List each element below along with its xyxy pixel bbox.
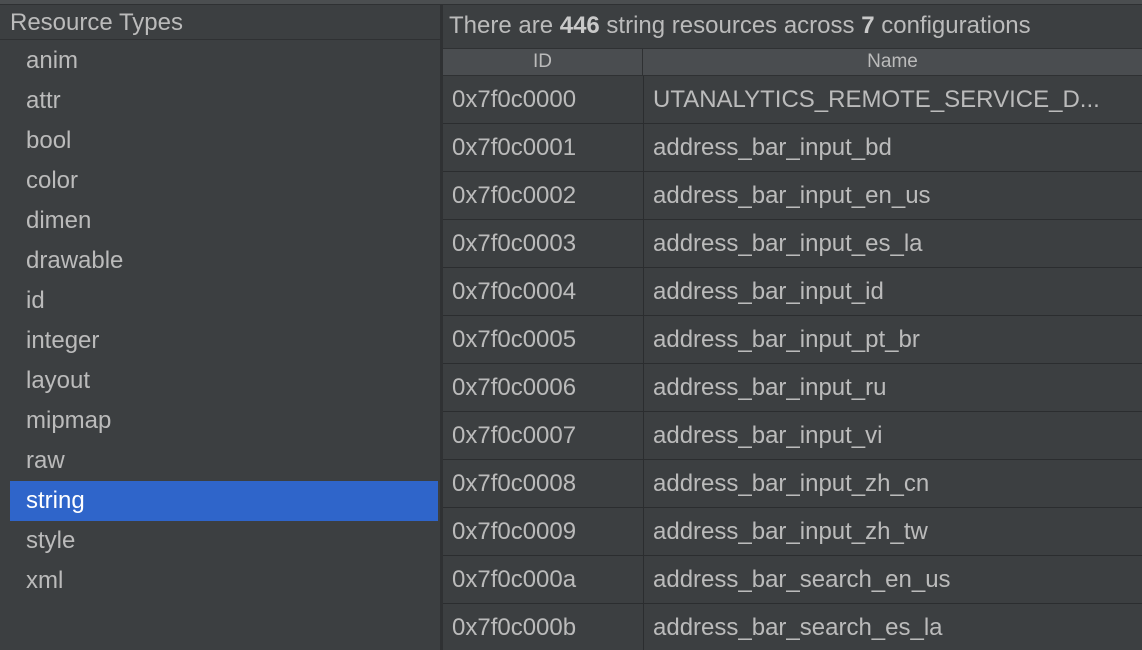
table-row[interactable]: 0x7f0c0006 address_bar_input_ru	[443, 364, 1142, 412]
resource-type-item-mipmap[interactable]: mipmap	[10, 401, 438, 441]
resource-id-cell: 0x7f0c0001	[443, 124, 644, 171]
resource-type-item-raw[interactable]: raw	[10, 441, 438, 481]
resource-id-cell: 0x7f0c0008	[443, 460, 644, 507]
summary-middle: string resources across	[599, 12, 862, 39]
summary-suffix: configurations	[874, 12, 1031, 39]
table-row[interactable]: 0x7f0c0005 address_bar_input_pt_br	[443, 316, 1142, 364]
resource-name-cell: address_bar_input_es_la	[653, 230, 923, 257]
summary-count: 446	[559, 12, 600, 39]
table-row[interactable]: 0x7f0c0004 address_bar_input_id	[443, 268, 1142, 316]
resource-name-cell: address_bar_search_en_us	[653, 566, 951, 593]
resource-id-cell: 0x7f0c0003	[443, 220, 644, 267]
column-header-id[interactable]: ID	[443, 49, 643, 75]
table-row[interactable]: 0x7f0c0007 address_bar_input_vi	[443, 412, 1142, 460]
resource-type-item-string[interactable]: string	[10, 481, 438, 521]
resource-id-cell: 0x7f0c0004	[443, 268, 644, 315]
resource-id-cell: 0x7f0c000a	[443, 556, 644, 603]
table-row[interactable]: 0x7f0c0008 address_bar_input_zh_cn	[443, 460, 1142, 508]
table-row[interactable]: 0x7f0c0002 address_bar_input_en_us	[443, 172, 1142, 220]
table-row[interactable]: 0x7f0c000b address_bar_search_es_la	[443, 604, 1142, 650]
table-row[interactable]: 0x7f0c0009 address_bar_input_zh_tw	[443, 508, 1142, 556]
resource-id-cell: 0x7f0c0002	[443, 172, 644, 219]
table-row[interactable]: 0x7f0c0001 address_bar_input_bd	[443, 124, 1142, 172]
resource-id-cell: 0x7f0c000b	[443, 604, 644, 650]
column-header-name[interactable]: Name	[643, 49, 1142, 75]
resource-id-cell: 0x7f0c0000	[443, 76, 644, 123]
resource-name-cell: address_bar_input_id	[653, 278, 884, 305]
table-row[interactable]: 0x7f0c0000 UTANALYTICS_REMOTE_SERVICE_D..…	[443, 76, 1142, 124]
table-body: 0x7f0c0000 UTANALYTICS_REMOTE_SERVICE_D..…	[443, 76, 1142, 650]
resource-type-item-layout[interactable]: layout	[10, 361, 438, 401]
resource-id-cell: 0x7f0c0006	[443, 364, 644, 411]
resource-type-list: anim attr bool color dimen drawable id integer l…	[10, 41, 438, 601]
resource-name-cell: address_bar_input_en_us	[653, 182, 931, 209]
resource-id-cell: 0x7f0c0009	[443, 508, 644, 555]
resource-type-item-dimen[interactable]: dimen	[10, 201, 438, 241]
resource-viewer: Resource Types anim attr bool color dimen dra…	[0, 0, 1142, 650]
resource-type-item-bool[interactable]: bool	[10, 121, 438, 161]
resource-types-title: Resource Types	[10, 9, 183, 36]
resource-name-cell: address_bar_input_ru	[653, 374, 887, 401]
resource-name-cell: address_bar_input_zh_cn	[653, 470, 930, 497]
resource-type-item-attr[interactable]: attr	[10, 81, 438, 121]
summary-prefix: There are	[449, 12, 560, 39]
resource-type-item-color[interactable]: color	[10, 161, 438, 201]
summary-configs: 7	[861, 12, 875, 39]
resource-name-cell: address_bar_input_pt_br	[653, 326, 920, 353]
resource-types-header: Resource Types	[0, 5, 440, 40]
resource-table-panel: There are 446 string resources across 7 …	[443, 5, 1142, 650]
resource-summary: There are 446 string resources across 7 …	[449, 12, 1031, 40]
resource-type-item-style[interactable]: style	[10, 521, 438, 561]
resource-type-item-drawable[interactable]: drawable	[10, 241, 438, 281]
resource-type-item-id[interactable]: id	[10, 281, 438, 321]
resource-type-item-xml[interactable]: xml	[10, 561, 438, 601]
resource-type-item-anim[interactable]: anim	[10, 41, 438, 81]
resource-name-cell: address_bar_input_zh_tw	[653, 518, 928, 545]
table-row[interactable]: 0x7f0c0003 address_bar_input_es_la	[443, 220, 1142, 268]
resource-name-cell: address_bar_input_vi	[653, 422, 883, 449]
resource-id-cell: 0x7f0c0005	[443, 316, 644, 363]
resource-type-item-integer[interactable]: integer	[10, 321, 438, 361]
resource-types-panel: Resource Types anim attr bool color dimen dra…	[0, 5, 440, 650]
table-row[interactable]: 0x7f0c000a address_bar_search_en_us	[443, 556, 1142, 604]
resource-id-cell: 0x7f0c0007	[443, 412, 644, 459]
table-header: ID Name	[443, 48, 1142, 76]
resource-table: ID Name 0x7f0c0000 UTANALYTICS_REMOTE_SER…	[443, 48, 1142, 650]
resource-name-cell: UTANALYTICS_REMOTE_SERVICE_D...	[653, 86, 1100, 113]
resource-name-cell: address_bar_search_es_la	[653, 614, 943, 641]
resource-name-cell: address_bar_input_bd	[653, 134, 892, 161]
